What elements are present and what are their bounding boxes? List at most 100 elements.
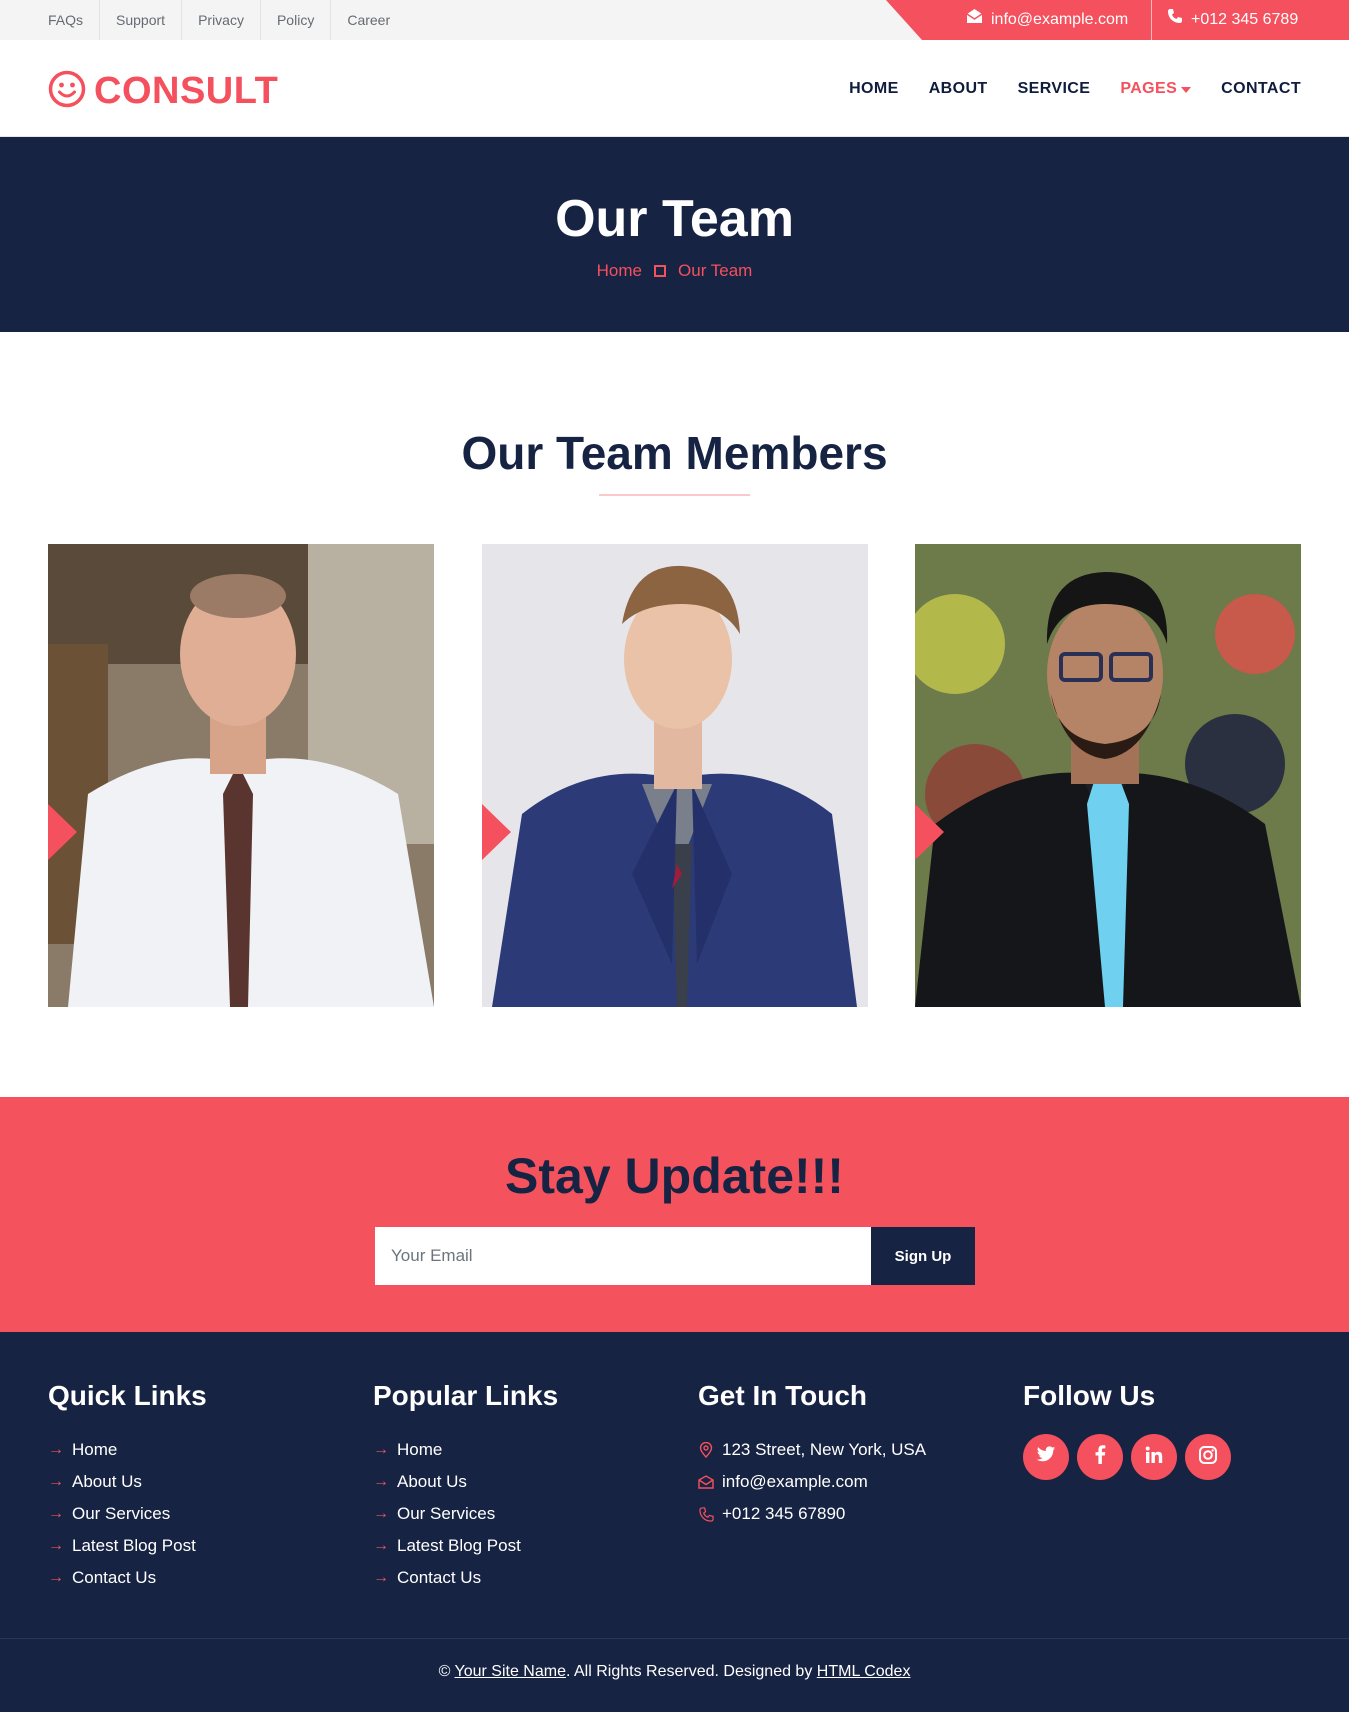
nav-service[interactable]: SERVICE xyxy=(1018,80,1091,98)
arrow-right-icon: → xyxy=(373,1537,389,1554)
footer-popular-links: Popular Links → Home → About Us → Our Servi… xyxy=(373,1380,558,1594)
top-link-support[interactable]: Support xyxy=(100,0,183,40)
copyright-text: . All Rights Reserved. Designed by xyxy=(565,1663,813,1680)
top-phone-text: +012 345 6789 xyxy=(1191,11,1299,28)
footer-link-label: Contact Us xyxy=(72,1568,157,1587)
footer-link-item[interactable]: → About Us xyxy=(48,1466,207,1498)
footer-phone[interactable]: +012 345 67890 xyxy=(698,1498,926,1530)
footer-link-label: Home xyxy=(397,1440,443,1459)
arrow-right-icon: → xyxy=(373,1569,389,1586)
footer-heading: Get In Touch xyxy=(698,1380,868,1411)
envelope-icon xyxy=(698,1475,714,1489)
instagram-icon xyxy=(1199,1445,1217,1469)
page-title: Our Team xyxy=(555,190,794,248)
nav-contact[interactable]: CONTACT xyxy=(1221,80,1301,98)
site-name-link[interactable]: Your Site Name xyxy=(455,1663,566,1680)
breadcrumb-home[interactable]: Home xyxy=(597,261,642,281)
facebook-button[interactable] xyxy=(1077,1434,1123,1480)
linkedin-button[interactable] xyxy=(1131,1434,1177,1480)
nav-menu: HOME ABOUT SERVICE PAGES CONTACT xyxy=(849,40,1301,137)
twitter-icon xyxy=(1036,1446,1056,1468)
footer-link-item[interactable]: → Latest Blog Post xyxy=(48,1530,207,1562)
navbar: CONSULT HOME ABOUT SERVICE PAGES CONTACT xyxy=(0,40,1349,137)
card-arrow-marker xyxy=(915,804,944,860)
card-arrow-marker xyxy=(48,804,77,860)
nav-pages-label: PAGES xyxy=(1120,79,1178,97)
newsletter-section: Stay Update!!! Sign Up xyxy=(0,1097,1349,1332)
team-member-photo xyxy=(482,544,868,1007)
copyright: © Your Site Name. All Rights Reserved. D… xyxy=(0,1663,1349,1681)
linkedin-icon xyxy=(1145,1446,1163,1468)
arrow-right-icon: → xyxy=(48,1537,64,1554)
phone-icon xyxy=(698,1506,714,1522)
footer-link-item[interactable]: → Home xyxy=(373,1434,558,1466)
footer-link-label: About Us xyxy=(72,1472,142,1491)
footer-follow: Follow Us xyxy=(1023,1380,1231,1480)
footer-link-label: Latest Blog Post xyxy=(72,1536,196,1555)
card-arrow-marker xyxy=(482,804,511,860)
facebook-icon xyxy=(1095,1445,1106,1469)
footer-link-label: Our Services xyxy=(397,1504,496,1523)
nav-pages-dropdown[interactable]: PAGES xyxy=(1120,79,1192,98)
arrow-right-icon: → xyxy=(373,1505,389,1522)
caret-down-icon xyxy=(1181,80,1192,98)
footer-link-label: Our Services xyxy=(72,1504,171,1523)
signup-button[interactable]: Sign Up xyxy=(871,1227,975,1285)
nav-home[interactable]: HOME xyxy=(849,80,899,98)
footer-address-text: 123 Street, New York, USA xyxy=(722,1440,927,1459)
top-contact-divider xyxy=(1151,0,1152,40)
footer-contact: Get In Touch 123 Street, New York, USA i… xyxy=(698,1380,926,1530)
social-links xyxy=(1023,1434,1231,1480)
footer-link-label: Contact Us xyxy=(397,1568,482,1587)
top-phone[interactable]: +012 345 6789 xyxy=(1167,0,1298,40)
smile-icon xyxy=(48,70,86,113)
top-email[interactable]: info@example.com xyxy=(966,0,1128,40)
footer-link-label: About Us xyxy=(397,1472,467,1491)
copyright-symbol: © xyxy=(438,1663,451,1680)
breadcrumb-current: Our Team xyxy=(678,261,753,280)
team-member-card[interactable] xyxy=(48,544,434,1007)
top-links: FAQs Support Privacy Policy Career xyxy=(32,0,406,40)
top-email-text: info@example.com xyxy=(991,11,1129,28)
footer-link-label: Latest Blog Post xyxy=(397,1536,521,1555)
footer-link-label: Home xyxy=(72,1440,118,1459)
team-section-title: Our Team Members xyxy=(461,427,888,479)
top-link-career[interactable]: Career xyxy=(331,0,406,40)
footer-bottom: © Your Site Name. All Rights Reserved. D… xyxy=(0,1638,1349,1712)
arrow-right-icon: → xyxy=(373,1441,389,1458)
footer-phone-text: +012 345 67890 xyxy=(722,1504,846,1523)
footer-link-item[interactable]: → Latest Blog Post xyxy=(373,1530,558,1562)
brand-logo[interactable]: CONSULT xyxy=(48,70,278,113)
footer-email[interactable]: info@example.com xyxy=(698,1466,926,1498)
newsletter-email-input[interactable] xyxy=(375,1227,871,1285)
top-link-policy[interactable]: Policy xyxy=(261,0,332,40)
team-member-photo xyxy=(915,544,1301,1007)
top-link-faqs[interactable]: FAQs xyxy=(32,0,101,40)
footer-link-item[interactable]: → Contact Us xyxy=(373,1562,558,1594)
team-member-card[interactable] xyxy=(482,544,868,1007)
footer-heading: Quick Links xyxy=(48,1380,207,1411)
page-header: Our Team Home Our Team xyxy=(0,137,1349,332)
nav-about[interactable]: ABOUT xyxy=(929,80,988,98)
footer-link-item[interactable]: → About Us xyxy=(373,1466,558,1498)
title-underline xyxy=(599,494,750,496)
team-member-card[interactable] xyxy=(915,544,1301,1007)
arrow-right-icon: → xyxy=(48,1473,64,1490)
newsletter-form: Sign Up xyxy=(375,1227,975,1285)
twitter-button[interactable] xyxy=(1023,1434,1069,1480)
instagram-button[interactable] xyxy=(1185,1434,1231,1480)
footer-link-item[interactable]: → Contact Us xyxy=(48,1562,207,1594)
arrow-right-icon: → xyxy=(373,1473,389,1490)
arrow-right-icon: → xyxy=(48,1569,64,1586)
top-bar: FAQs Support Privacy Policy Career info@… xyxy=(0,0,1349,40)
footer: Quick Links → Home → About Us → Our Service… xyxy=(0,1332,1349,1712)
footer-link-item[interactable]: → Home xyxy=(48,1434,207,1466)
footer-quick-links: Quick Links → Home → About Us → Our Service… xyxy=(48,1380,207,1594)
top-link-privacy[interactable]: Privacy xyxy=(182,0,261,40)
arrow-right-icon: → xyxy=(48,1441,64,1458)
footer-link-item[interactable]: → Our Services xyxy=(373,1498,558,1530)
designer-link[interactable]: HTML Codex xyxy=(817,1663,911,1680)
footer-link-item[interactable]: → Our Services xyxy=(48,1498,207,1530)
breadcrumb-separator-icon xyxy=(654,265,667,277)
footer-address: 123 Street, New York, USA xyxy=(698,1434,926,1466)
